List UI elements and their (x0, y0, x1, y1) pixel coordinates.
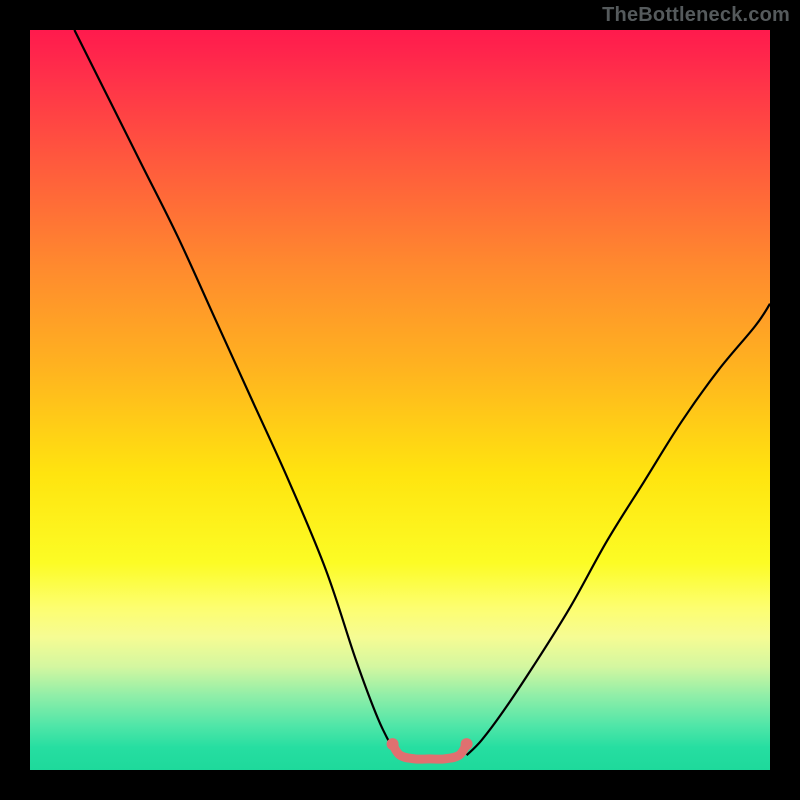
trough-knob-right (461, 738, 473, 750)
left-curve (74, 30, 400, 755)
attribution-text: TheBottleneck.com (602, 4, 790, 27)
right-curve (467, 304, 770, 755)
trough-knob-left (387, 738, 399, 750)
curve-layer (30, 30, 770, 770)
trough-highlight (393, 744, 467, 759)
plot-area (30, 30, 770, 770)
chart-frame: TheBottleneck.com (0, 0, 800, 800)
